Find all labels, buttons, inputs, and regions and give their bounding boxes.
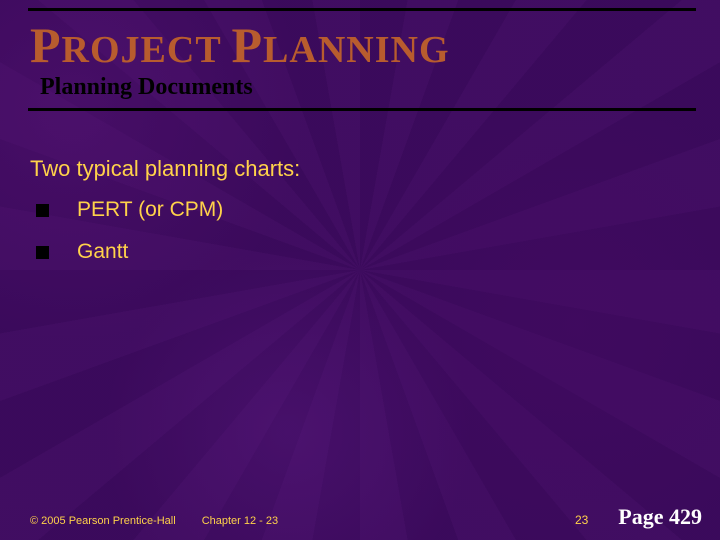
list-item: Gantt [36,240,223,264]
intro-text: Two typical planning charts: [30,156,300,182]
square-bullet-icon [36,204,49,217]
square-bullet-icon [36,246,49,259]
copyright-text: © 2005 Pearson Prentice-Hall [30,515,176,527]
slide-number: 23 [575,513,588,527]
title-rest-2: LANNING [263,29,449,71]
bullet-list: PERT (or CPM) Gantt [36,198,223,282]
bullet-label: PERT (or CPM) [77,198,223,222]
slide-subtitle: Planning Documents [40,74,253,101]
title-cap-2: P [232,17,264,73]
page-number: Page 429 [618,504,702,530]
horizontal-rule-subtitle [28,108,696,111]
footer: © 2005 Pearson Prentice-Hall Chapter 12 … [0,504,720,530]
list-item: PERT (or CPM) [36,198,223,222]
bullet-label: Gantt [77,240,128,264]
horizontal-rule-top [28,8,696,11]
title-cap-1: P [30,17,62,73]
title-rest-1: ROJECT [62,29,221,71]
chapter-text: Chapter 12 - 23 [202,515,278,527]
slide-title: PROJECT PLANNING [30,16,450,74]
